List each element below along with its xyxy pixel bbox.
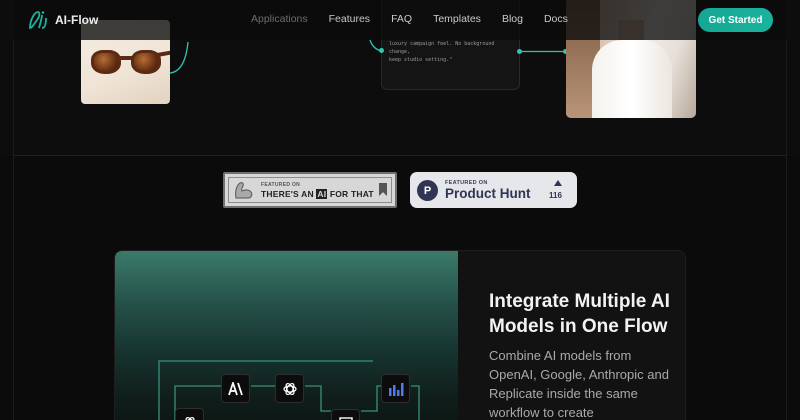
ai-logo-icon (29, 11, 47, 29)
aift-featured-on-text: FEATURED ON (261, 182, 301, 188)
model-shirt (592, 40, 672, 118)
chart-model-tile (381, 374, 410, 403)
nav-link-docs[interactable]: Docs (544, 13, 568, 25)
section-divider (13, 155, 787, 156)
upvote-count: 116 (549, 191, 562, 200)
aift-title-before: THERE'S AN (261, 189, 317, 199)
nav-links: Applications Features FAQ Templates Blog… (251, 13, 589, 25)
document-model-tile (331, 409, 360, 420)
feature-illustration (115, 251, 458, 420)
nav-link-faq[interactable]: FAQ (391, 13, 412, 25)
openai-icon-2 (184, 416, 195, 420)
sunglasses-left-lens (91, 50, 121, 74)
feature-description: Combine AI models from OpenAI, Google, A… (489, 348, 669, 420)
product-hunt-badge[interactable]: P FEATURED ON Product Hunt 116 (410, 172, 577, 208)
prompt-line-1: luxury campaign feel. No background chan… (389, 41, 495, 55)
aift-title-ai: AI (316, 189, 328, 199)
theres-an-ai-for-that-badge[interactable]: FEATURED ON THERE'S AN AI FOR THAT (223, 172, 397, 208)
right-border-line (786, 0, 787, 420)
brand-logo[interactable]: AI-Flow (27, 9, 98, 31)
multi-model-feature-card: Integrate Multiple AI Models in One Flow… (114, 250, 686, 420)
openai-icon (282, 382, 297, 395)
left-border-line (13, 0, 14, 420)
nav-link-templates[interactable]: Templates (433, 13, 481, 25)
ph-badge-title: Product Hunt (445, 186, 531, 201)
anthropic-model-tile (221, 374, 250, 403)
prompt-line-2: keep studio setting." (389, 57, 453, 63)
brand-name: AI-Flow (55, 13, 99, 27)
nav-link-features[interactable]: Features (329, 13, 370, 25)
connector-dot-prompt-left (379, 48, 384, 53)
openai-model-tile-2 (175, 408, 204, 420)
openai-model-tile (275, 374, 304, 403)
connector-dot-prompt-right (517, 49, 522, 54)
upvote-arrow-icon (554, 180, 562, 186)
nav-link-blog[interactable]: Blog (502, 13, 523, 25)
feature-title: Integrate Multiple AI Models in One Flow (489, 291, 670, 337)
aift-badge-title: THERE'S AN AI FOR THAT (261, 189, 374, 199)
flexed-arm-icon (235, 182, 253, 199)
aift-title-after: FOR THAT (327, 189, 374, 199)
nav-link-applications[interactable]: Applications (251, 13, 308, 25)
document-icon (338, 416, 353, 420)
product-hunt-logo-icon: P (417, 180, 438, 201)
get-started-button[interactable]: Get Started (698, 8, 773, 32)
connector-sunglasses (169, 41, 189, 74)
bar-chart-icon (388, 382, 403, 396)
top-navigation: AI-Flow Applications Features FAQ Templa… (13, 0, 787, 40)
anthropic-icon (227, 381, 243, 395)
